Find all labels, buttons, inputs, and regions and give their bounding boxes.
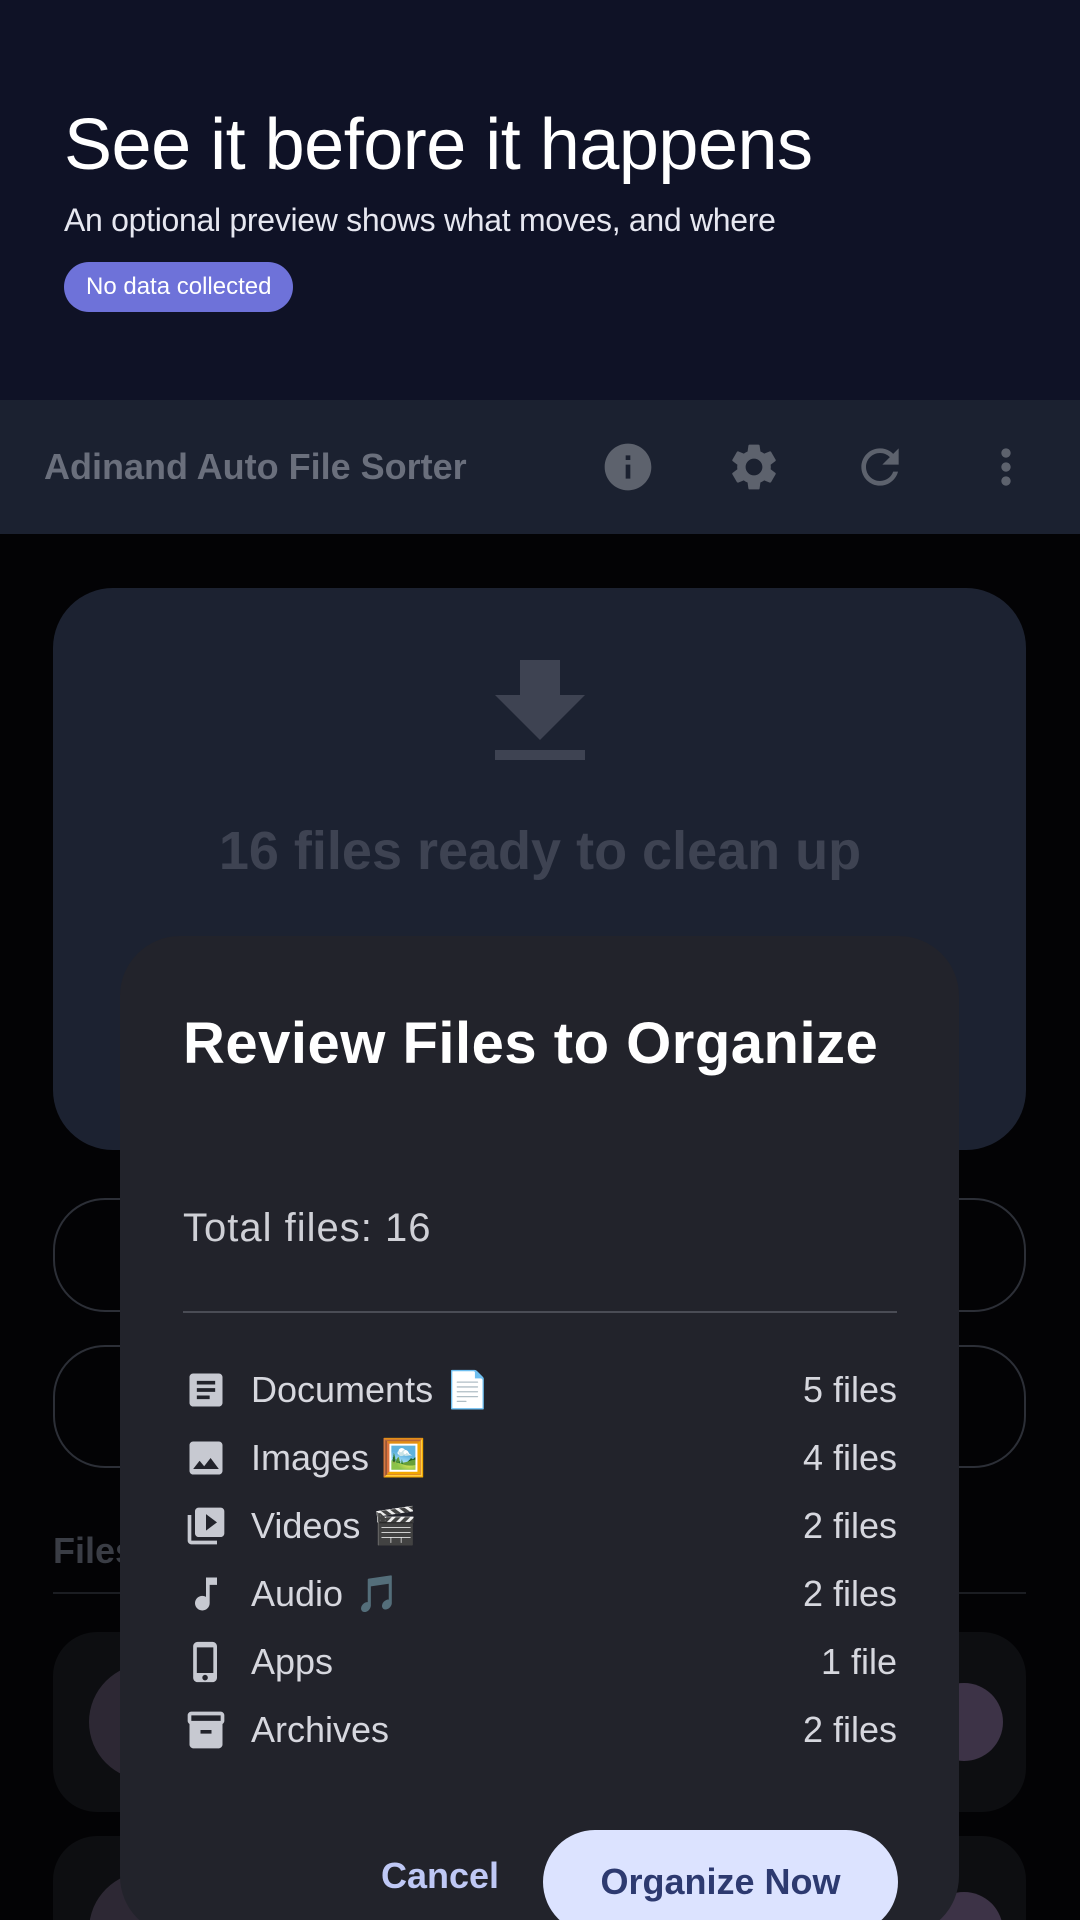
category-count: 2 files xyxy=(802,1573,897,1614)
info-icon[interactable] xyxy=(588,427,668,507)
total-files-label: Total files: 16 xyxy=(183,1206,432,1250)
category-emoji: 📄 xyxy=(445,1369,490,1410)
privacy-badge: No data collected xyxy=(64,262,294,312)
category-emoji: 🎵 xyxy=(355,1573,400,1614)
hero-status-text: 16 files ready to clean up xyxy=(218,821,862,881)
image-icon xyxy=(183,1435,229,1481)
video-library-icon xyxy=(183,1503,229,1549)
category-row-images: Images 🖼️ 4 files xyxy=(183,1424,897,1492)
app-title: Adinand Auto File Sorter xyxy=(44,446,467,487)
category-row-archives: Archives 2 files xyxy=(183,1696,897,1764)
category-name: Apps xyxy=(251,1641,334,1682)
category-list: Documents 📄 5 files Images 🖼️ 4 files Vi… xyxy=(183,1356,897,1764)
category-name: Audio xyxy=(251,1573,344,1614)
organize-now-button[interactable]: Organize Now xyxy=(543,1830,898,1920)
category-name: Videos xyxy=(251,1505,361,1546)
category-count: 1 file xyxy=(820,1641,897,1682)
category-row-apps: Apps 1 file xyxy=(183,1628,897,1696)
download-icon xyxy=(495,660,585,760)
category-count: 4 files xyxy=(802,1437,897,1478)
promo-banner: See it before it happens An optional pre… xyxy=(0,0,1080,400)
category-count: 5 files xyxy=(802,1369,897,1410)
category-emoji: 🖼️ xyxy=(381,1437,426,1478)
category-row-documents: Documents 📄 5 files xyxy=(183,1356,897,1424)
category-count: 2 files xyxy=(802,1505,897,1546)
category-row-videos: Videos 🎬 2 files xyxy=(183,1492,897,1560)
category-name: Archives xyxy=(251,1709,390,1750)
dialog-title: Review Files to Organize xyxy=(183,1011,879,1076)
category-row-audio: Audio 🎵 2 files xyxy=(183,1560,897,1628)
app-bar: Adinand Auto File Sorter xyxy=(0,400,1080,534)
promo-title: See it before it happens xyxy=(64,105,813,185)
promo-subtitle: An optional preview shows what moves, an… xyxy=(64,202,776,238)
document-icon xyxy=(183,1367,229,1413)
category-count: 2 files xyxy=(802,1709,897,1750)
category-name: Documents xyxy=(251,1369,434,1410)
cancel-button[interactable]: Cancel xyxy=(345,1826,535,1920)
gear-icon[interactable] xyxy=(714,427,794,507)
refresh-icon[interactable] xyxy=(840,427,920,507)
music-note-icon xyxy=(183,1571,229,1617)
review-dialog: Review Files to Organize Total files: 16… xyxy=(120,936,959,1920)
more-vert-icon[interactable] xyxy=(966,427,1046,507)
category-emoji: 🎬 xyxy=(372,1505,418,1546)
archive-icon xyxy=(183,1707,229,1753)
category-name: Images xyxy=(251,1437,370,1478)
divider xyxy=(183,1311,897,1313)
phone-icon xyxy=(183,1639,229,1685)
